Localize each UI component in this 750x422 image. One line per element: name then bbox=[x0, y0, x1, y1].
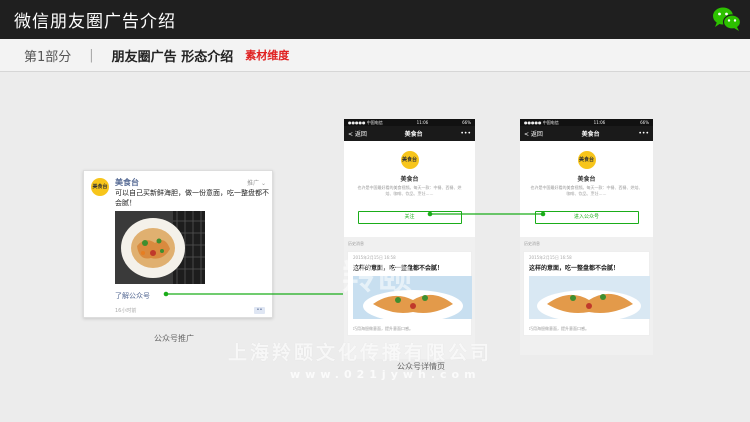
watermark-url: www.021jywh.com bbox=[290, 368, 481, 381]
watermark-company: 上海羚颐文化传播有限公司 bbox=[228, 342, 493, 364]
watermark-logo: 羚颐 bbox=[342, 258, 414, 298]
